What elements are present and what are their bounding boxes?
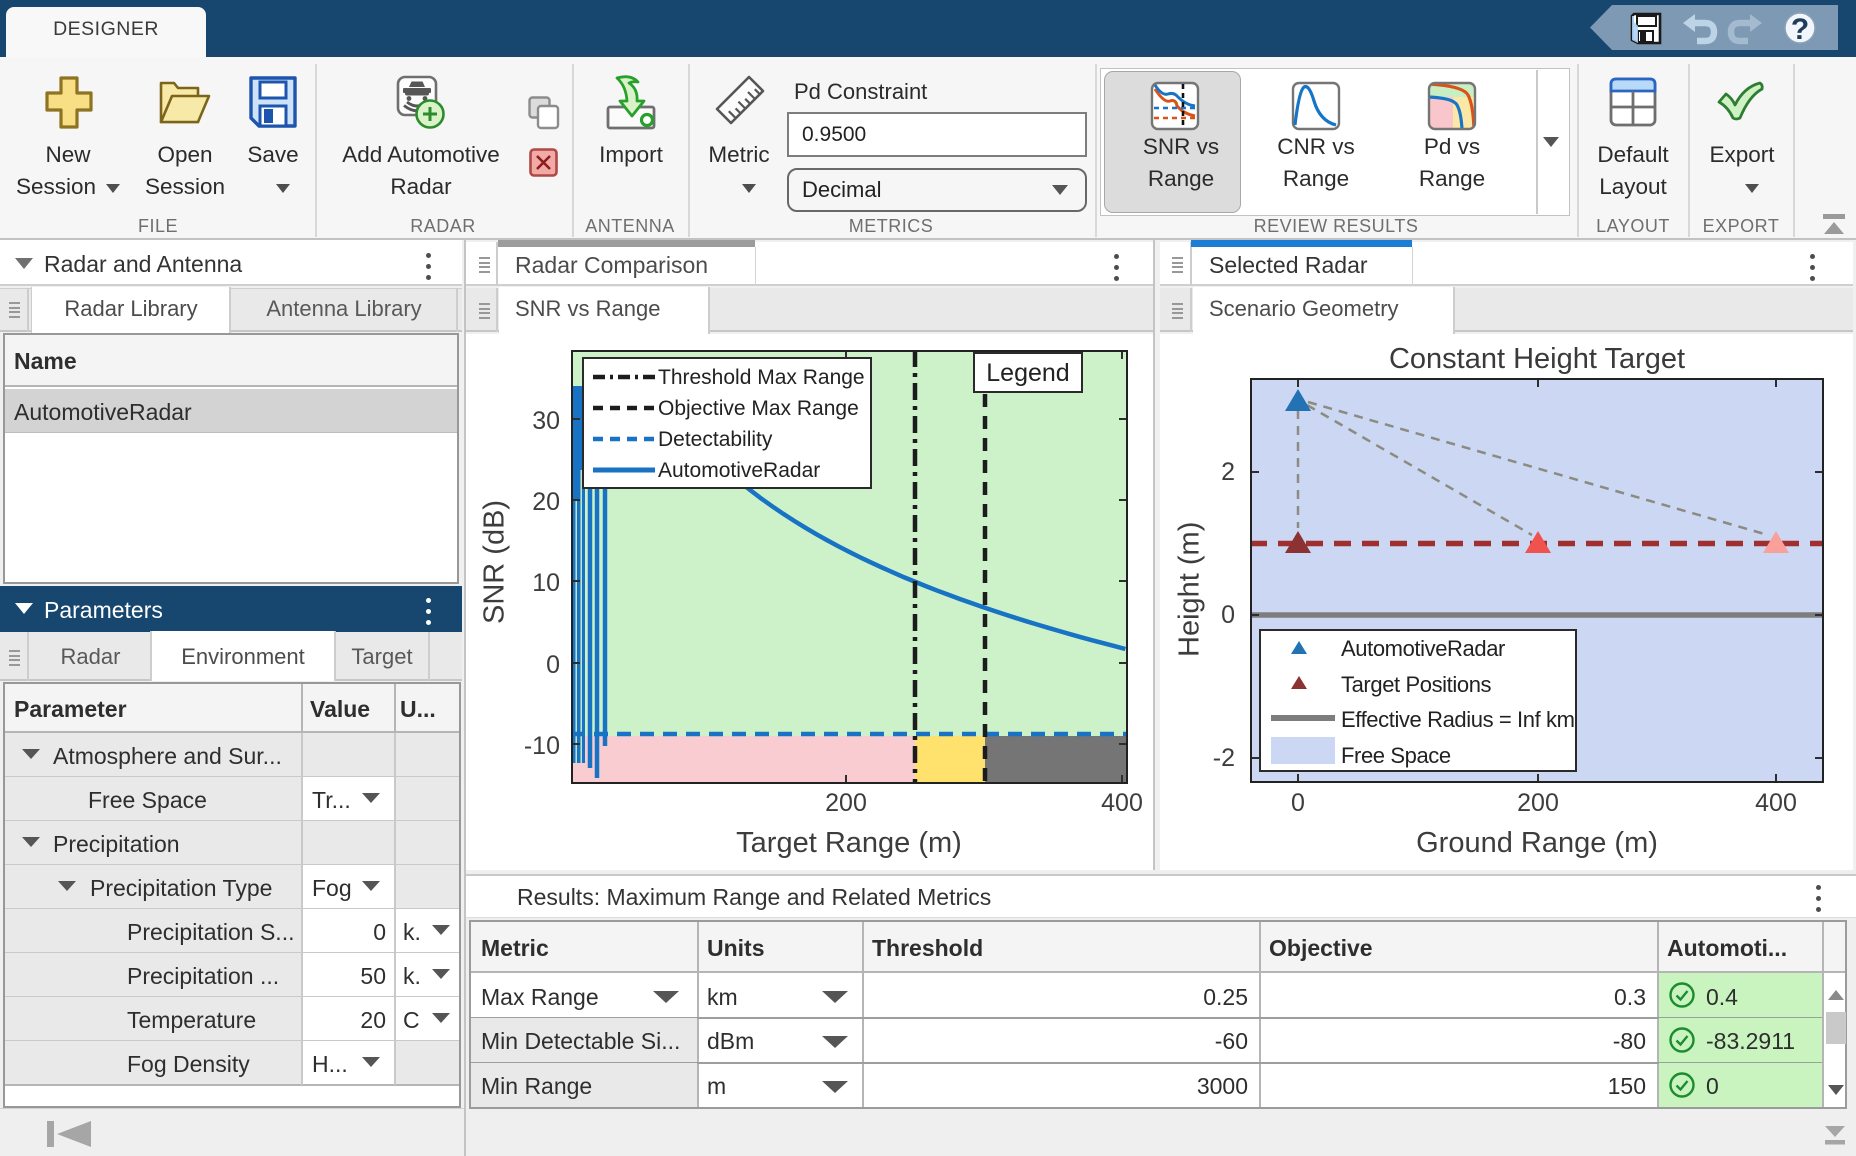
svg-text:?: ?	[1791, 13, 1809, 46]
